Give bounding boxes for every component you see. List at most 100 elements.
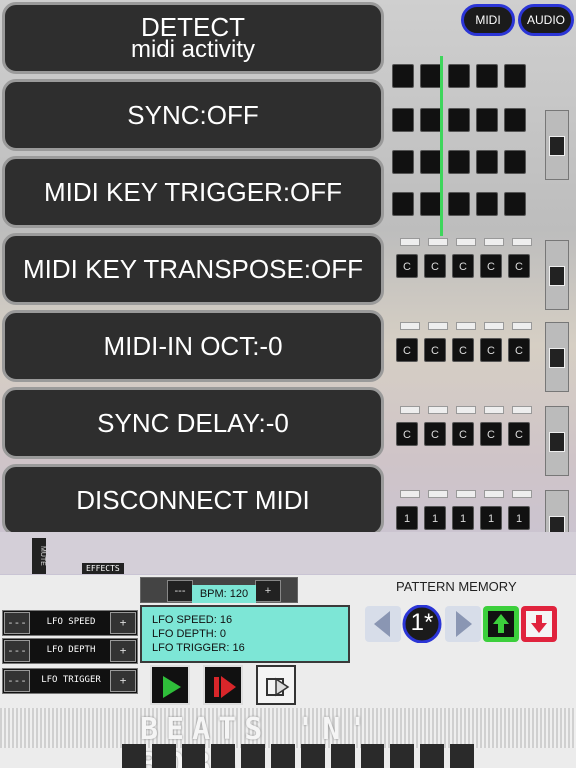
fader-knob[interactable]	[549, 348, 565, 368]
step-slot[interactable]	[456, 238, 476, 246]
effects-button[interactable]: EFFECTS	[82, 563, 124, 574]
pad[interactable]	[448, 150, 470, 174]
midi-key-transpose-button[interactable]: MIDI KEY TRANSPOSE:OFF	[2, 233, 384, 305]
disconnect-midi-button[interactable]: DISCONNECT MIDI	[2, 464, 384, 536]
note-pad[interactable]: C	[480, 338, 502, 362]
step-slot[interactable]	[400, 490, 420, 498]
midi-in-oct-button[interactable]: MIDI-IN OCT:-0	[2, 310, 384, 382]
pattern-prev-button[interactable]	[364, 605, 402, 643]
note-pad[interactable]: C	[424, 422, 446, 446]
value-pad[interactable]: 1	[480, 506, 502, 530]
key[interactable]	[450, 744, 474, 768]
value-pad[interactable]: 1	[396, 506, 418, 530]
note-pad[interactable]: C	[424, 338, 446, 362]
note-pad[interactable]: C	[480, 422, 502, 446]
note-pad[interactable]: C	[396, 422, 418, 446]
value-pad[interactable]: 1	[452, 506, 474, 530]
step-slot[interactable]	[400, 238, 420, 246]
note-pad[interactable]: C	[452, 338, 474, 362]
key[interactable]	[122, 744, 146, 768]
key[interactable]	[390, 744, 415, 768]
step-slot[interactable]	[512, 322, 532, 330]
pad[interactable]	[420, 64, 442, 88]
note-pad[interactable]: C	[452, 422, 474, 446]
lfo-depth-minus-button[interactable]: ---	[4, 640, 30, 662]
pattern-load-button[interactable]	[520, 605, 558, 643]
step-slot[interactable]	[456, 322, 476, 330]
step-slot[interactable]	[456, 406, 476, 414]
pattern-save-button[interactable]	[482, 605, 520, 643]
lfo-speed-plus-button[interactable]: +	[110, 612, 136, 634]
fader-knob[interactable]	[549, 432, 565, 452]
step-slot[interactable]	[428, 406, 448, 414]
volume-fader[interactable]	[545, 406, 569, 476]
step-slot[interactable]	[400, 322, 420, 330]
pad[interactable]	[504, 150, 526, 174]
key[interactable]	[271, 744, 295, 768]
bpm-minus-button[interactable]: ---	[167, 580, 193, 602]
note-pad[interactable]: C	[452, 254, 474, 278]
mute-button[interactable]: MUTE	[32, 538, 46, 574]
pattern-slot-display[interactable]: 1*	[400, 604, 444, 644]
pad[interactable]	[476, 64, 498, 88]
pad[interactable]	[476, 150, 498, 174]
midi-button[interactable]: MIDI	[461, 4, 515, 36]
lfo-depth-plus-button[interactable]: +	[110, 640, 136, 662]
step-slot[interactable]	[484, 238, 504, 246]
sync-button[interactable]: SYNC:OFF	[2, 79, 384, 151]
pad[interactable]	[448, 64, 470, 88]
sync-delay-button[interactable]: SYNC DELAY:-0	[2, 387, 384, 459]
pad[interactable]	[476, 108, 498, 132]
fader-knob[interactable]	[549, 266, 565, 286]
pad[interactable]	[420, 192, 442, 216]
pad[interactable]	[392, 192, 414, 216]
step-slot[interactable]	[428, 238, 448, 246]
key[interactable]	[181, 744, 206, 768]
step-slot[interactable]	[456, 490, 476, 498]
lfo-trigger-minus-button[interactable]: ---	[4, 670, 30, 692]
note-pad[interactable]: C	[396, 254, 418, 278]
key[interactable]	[300, 744, 325, 768]
note-pad[interactable]: C	[424, 254, 446, 278]
step-slot[interactable]	[484, 322, 504, 330]
key[interactable]	[241, 744, 266, 768]
record-button[interactable]	[203, 665, 243, 705]
pad[interactable]	[504, 192, 526, 216]
key[interactable]	[151, 744, 176, 768]
note-pad[interactable]: C	[508, 338, 530, 362]
step-slot[interactable]	[512, 490, 532, 498]
step-slot[interactable]	[400, 406, 420, 414]
pad[interactable]	[504, 64, 526, 88]
note-pad[interactable]: C	[480, 254, 502, 278]
pad[interactable]	[392, 108, 414, 132]
value-pad[interactable]: 1	[508, 506, 530, 530]
pad[interactable]	[420, 108, 442, 132]
volume-fader[interactable]	[545, 240, 569, 310]
volume-fader[interactable]	[545, 110, 569, 180]
pad[interactable]	[448, 108, 470, 132]
pad[interactable]	[420, 150, 442, 174]
pad[interactable]	[392, 150, 414, 174]
play-button[interactable]	[150, 665, 190, 705]
note-pad[interactable]: C	[508, 254, 530, 278]
key[interactable]	[211, 744, 236, 768]
step-button[interactable]	[256, 665, 296, 705]
step-slot[interactable]	[512, 406, 532, 414]
pad[interactable]	[448, 192, 470, 216]
note-pad[interactable]: C	[508, 422, 530, 446]
key[interactable]	[330, 744, 355, 768]
step-slot[interactable]	[512, 238, 532, 246]
fader-knob[interactable]	[549, 136, 565, 156]
step-slot[interactable]	[428, 490, 448, 498]
detect-midi-button[interactable]: DETECT midi activity	[2, 2, 384, 74]
pad[interactable]	[392, 64, 414, 88]
lfo-trigger-plus-button[interactable]: +	[110, 670, 136, 692]
volume-fader[interactable]	[545, 322, 569, 392]
pattern-next-button[interactable]	[444, 605, 482, 643]
step-slot[interactable]	[484, 406, 504, 414]
key[interactable]	[360, 744, 385, 768]
key[interactable]	[420, 744, 445, 768]
step-slot[interactable]	[484, 490, 504, 498]
pad[interactable]	[504, 108, 526, 132]
pad[interactable]	[476, 192, 498, 216]
